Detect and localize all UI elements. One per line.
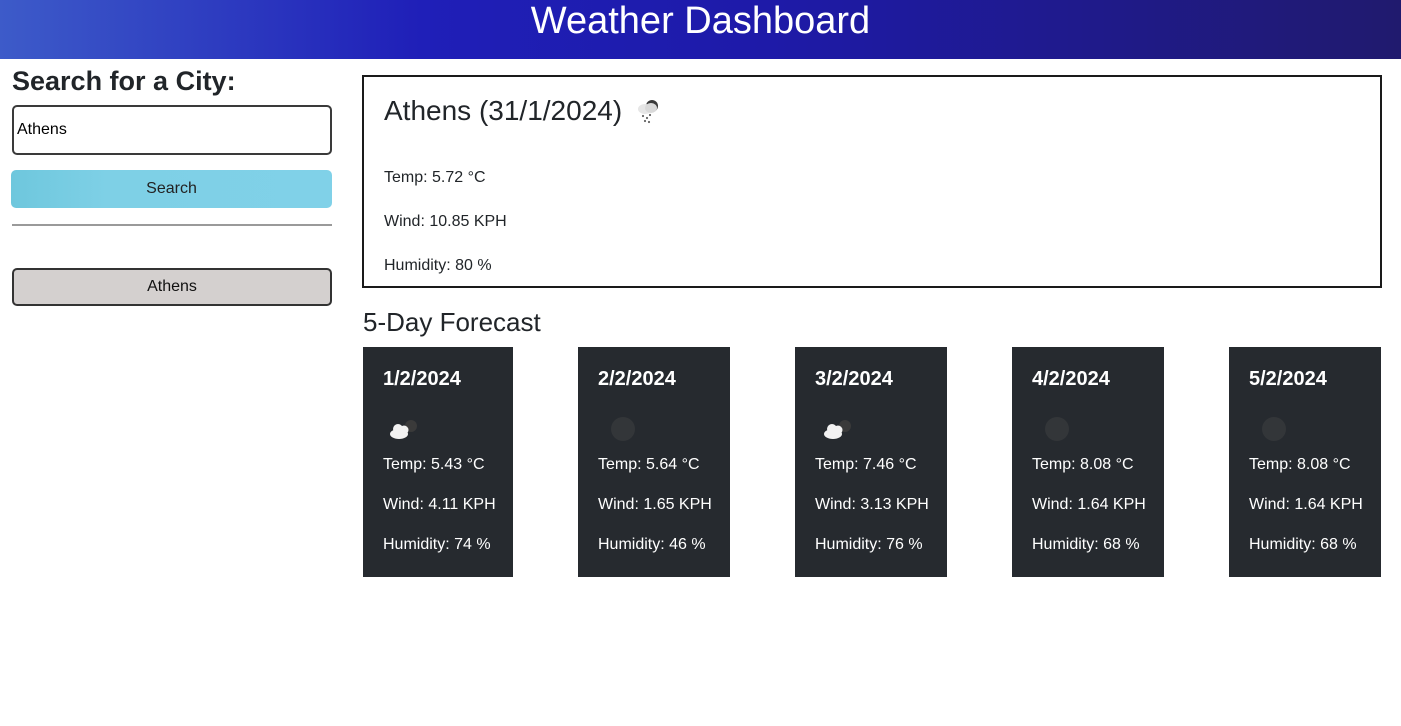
forecast-date: 5/2/2024 bbox=[1249, 368, 1327, 390]
current-weather-title: Athens (31/1/2024) bbox=[384, 95, 664, 127]
clear-night-icon bbox=[1262, 417, 1286, 441]
forecast-temp: Temp: 8.08 °C bbox=[1032, 456, 1134, 473]
page-header: Weather Dashboard bbox=[0, 0, 1401, 59]
forecast-date: 4/2/2024 bbox=[1032, 368, 1110, 390]
current-weather-card: Athens (31/1/2024) Temp: 5.72 °C Wind: 1… bbox=[362, 75, 1382, 288]
forecast-day-card: 3/2/2024 Temp: 7.46 °C Wind: 3.13 KPH Hu… bbox=[795, 347, 947, 577]
forecast-humidity: Humidity: 68 % bbox=[1249, 536, 1357, 553]
forecast-wind: Wind: 1.65 KPH bbox=[598, 496, 712, 513]
search-button[interactable]: Search bbox=[11, 170, 332, 208]
forecast-temp: Temp: 5.43 °C bbox=[383, 456, 485, 473]
forecast-humidity: Humidity: 74 % bbox=[383, 536, 491, 553]
page-title: Weather Dashboard bbox=[530, 0, 871, 42]
forecast-heading: 5-Day Forecast bbox=[363, 307, 541, 337]
forecast-wind: Wind: 4.11 KPH bbox=[383, 496, 496, 513]
sidebar: Search for a City: Search Athens bbox=[11, 62, 332, 306]
forecast-day-card: 1/2/2024 Temp: 5.43 °C Wind: 4.11 KPH Hu… bbox=[363, 347, 513, 577]
cloudy-night-icon bbox=[390, 420, 417, 439]
clear-night-icon bbox=[611, 417, 635, 441]
current-wind: Wind: 10.85 KPH bbox=[384, 213, 507, 230]
forecast-wind: Wind: 1.64 KPH bbox=[1032, 496, 1146, 513]
forecast-wind: Wind: 3.13 KPH bbox=[815, 496, 929, 513]
sidebar-divider bbox=[12, 224, 332, 226]
forecast-date: 3/2/2024 bbox=[815, 368, 893, 390]
forecast-date: 2/2/2024 bbox=[598, 368, 676, 390]
current-humidity: Humidity: 80 % bbox=[384, 257, 492, 274]
current-temp: Temp: 5.72 °C bbox=[384, 169, 486, 186]
snow-cloud-icon bbox=[638, 100, 659, 124]
clear-night-icon bbox=[1045, 417, 1069, 441]
forecast-humidity: Humidity: 76 % bbox=[815, 536, 923, 553]
forecast-humidity: Humidity: 46 % bbox=[598, 536, 706, 553]
forecast-temp: Temp: 8.08 °C bbox=[1249, 456, 1351, 473]
forecast-date: 1/2/2024 bbox=[383, 368, 461, 390]
forecast-wind: Wind: 1.64 KPH bbox=[1249, 496, 1363, 513]
forecast-temp: Temp: 7.46 °C bbox=[815, 456, 917, 473]
forecast-temp: Temp: 5.64 °C bbox=[598, 456, 700, 473]
city-search-input[interactable] bbox=[12, 105, 332, 155]
history-city-button[interactable]: Athens bbox=[12, 268, 332, 306]
current-city-date: Athens (31/1/2024) bbox=[384, 95, 623, 126]
forecast-humidity: Humidity: 68 % bbox=[1032, 536, 1140, 553]
cloudy-night-icon bbox=[824, 420, 851, 439]
forecast-day-card: 2/2/2024 Temp: 5.64 °C Wind: 1.65 KPH Hu… bbox=[578, 347, 730, 577]
search-heading: Search for a City: bbox=[12, 66, 236, 96]
forecast-day-card: 4/2/2024 Temp: 8.08 °C Wind: 1.64 KPH Hu… bbox=[1012, 347, 1164, 577]
forecast-day-card: 5/2/2024 Temp: 8.08 °C Wind: 1.64 KPH Hu… bbox=[1229, 347, 1381, 577]
